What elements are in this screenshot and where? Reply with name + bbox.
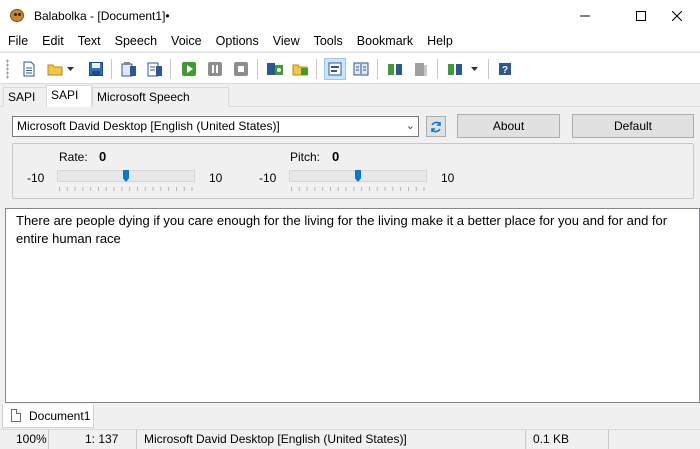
- new-document-icon: [23, 61, 35, 77]
- stop-button[interactable]: [230, 58, 252, 80]
- engine-tabs: SAPI 4 SAPI 5 Microsoft Speech Platform: [0, 85, 700, 122]
- editor-text: There are people dying if you care enoug…: [16, 213, 668, 246]
- chevron-down-icon: ⌄: [405, 120, 415, 132]
- text-editor[interactable]: There are people dying if you care enoug…: [5, 208, 700, 403]
- menu-bookmark[interactable]: Bookmark: [350, 31, 420, 51]
- rate-min-label: -10: [27, 171, 45, 185]
- read-file-icon: [147, 62, 162, 77]
- split-files-button[interactable]: [290, 58, 312, 80]
- open-book-button[interactable]: [384, 58, 406, 80]
- minimize-icon: [580, 15, 590, 16]
- status-bar: 100% 1: 137 Microsoft David Desktop [Eng…: [0, 429, 700, 449]
- pause-icon: [208, 62, 222, 76]
- read-file-button[interactable]: [144, 58, 166, 80]
- refresh-voices-button[interactable]: [426, 116, 446, 137]
- save-button[interactable]: [85, 58, 107, 80]
- menu-help[interactable]: Help: [420, 31, 460, 51]
- svg-text:?: ?: [502, 65, 508, 76]
- status-position: 1: 137: [79, 430, 137, 449]
- status-voice: Microsoft David Desktop [English (United…: [138, 430, 526, 449]
- play-icon: [182, 62, 196, 76]
- spelling-button[interactable]: [350, 58, 372, 80]
- toolbar: ?: [0, 52, 700, 84]
- save-icon: [89, 62, 103, 76]
- word-highlight-icon: [328, 62, 342, 76]
- spelling-icon: [353, 62, 369, 76]
- rate-slider-ticks: [59, 187, 195, 191]
- split-files-icon: [292, 64, 308, 76]
- default-button[interactable]: Default: [572, 114, 694, 138]
- new-document-button[interactable]: [18, 58, 40, 80]
- status-zoom: 100%: [10, 430, 49, 449]
- closed-book-icon: [415, 63, 427, 76]
- open-folder-icon: [47, 64, 63, 76]
- convert-to-audio-button[interactable]: [264, 58, 286, 80]
- pitch-max-label: 10: [441, 171, 455, 185]
- help-icon: ?: [499, 63, 511, 76]
- tab-sapi5[interactable]: SAPI 5: [46, 85, 92, 120]
- toolbar-grip[interactable]: [6, 59, 9, 79]
- pitch-min-label: -10: [259, 171, 277, 185]
- about-button[interactable]: About: [457, 114, 560, 138]
- menu-edit[interactable]: Edit: [35, 31, 71, 51]
- close-icon: [672, 10, 682, 21]
- help-button[interactable]: ?: [494, 58, 516, 80]
- convert-audio-icon: [267, 63, 283, 75]
- voice-settings-group: Rate: 0 -10 10 Pitch: 0 -10 10: [12, 143, 694, 199]
- document-tab-label: Document1: [29, 408, 91, 423]
- play-button[interactable]: [178, 58, 200, 80]
- pause-button[interactable]: [204, 58, 226, 80]
- menu-tools[interactable]: Tools: [307, 31, 350, 51]
- open-book-icon: [388, 64, 402, 75]
- closed-book-button[interactable]: [410, 58, 432, 80]
- balabolka-logo-icon: [8, 7, 26, 25]
- menu-speech[interactable]: Speech: [108, 31, 164, 51]
- minimize-button[interactable]: [562, 0, 608, 31]
- dropdown-arrow-icon: [66, 67, 74, 71]
- dictionary-icon: [448, 64, 462, 75]
- pitch-label: Pitch:: [290, 150, 321, 164]
- close-button[interactable]: [654, 0, 700, 31]
- word-highlight-button[interactable]: [324, 58, 346, 80]
- voice-select[interactable]: Microsoft David Desktop [English (United…: [12, 116, 419, 137]
- document-icon: [11, 409, 21, 422]
- window-title: Balabolka - [Document1]•: [34, 8, 170, 23]
- read-clipboard-icon: [121, 62, 136, 77]
- tab-sapi4[interactable]: SAPI 4: [3, 87, 47, 122]
- open-recent-dropdown[interactable]: [64, 58, 76, 80]
- voice-select-value: Microsoft David Desktop [English (United…: [17, 119, 280, 133]
- menu-voice[interactable]: Voice: [164, 31, 209, 51]
- rate-max-label: 10: [209, 171, 223, 185]
- open-file-button[interactable]: [44, 58, 66, 80]
- read-clipboard-button[interactable]: [118, 58, 140, 80]
- voice-panel: Microsoft David Desktop [English (United…: [0, 107, 700, 206]
- rate-label: Rate:: [59, 150, 88, 164]
- menu-bar: File Edit Text Speech Voice Options View…: [0, 31, 700, 51]
- menu-view[interactable]: View: [266, 31, 307, 51]
- menu-file[interactable]: File: [1, 31, 35, 51]
- pitch-value: 0: [332, 149, 340, 164]
- stop-icon: [234, 62, 248, 76]
- menu-text[interactable]: Text: [71, 31, 108, 51]
- status-size: 0.1 KB: [527, 430, 609, 449]
- tab-microsoft-speech-platform[interactable]: Microsoft Speech Platform: [92, 87, 229, 122]
- rate-value: 0: [99, 149, 107, 164]
- pitch-slider-ticks: [291, 187, 427, 191]
- document-tab[interactable]: Document1: [2, 404, 94, 428]
- title-bar: Balabolka - [Document1]•: [0, 0, 700, 31]
- dictionary-button[interactable]: [444, 58, 466, 80]
- document-tabs: Document1: [0, 404, 700, 429]
- menu-options[interactable]: Options: [209, 31, 266, 51]
- chevron-down-icon: [470, 67, 478, 71]
- refresh-icon: [431, 121, 441, 132]
- maximize-icon: [636, 10, 646, 21]
- dictionary-dropdown[interactable]: [468, 58, 480, 80]
